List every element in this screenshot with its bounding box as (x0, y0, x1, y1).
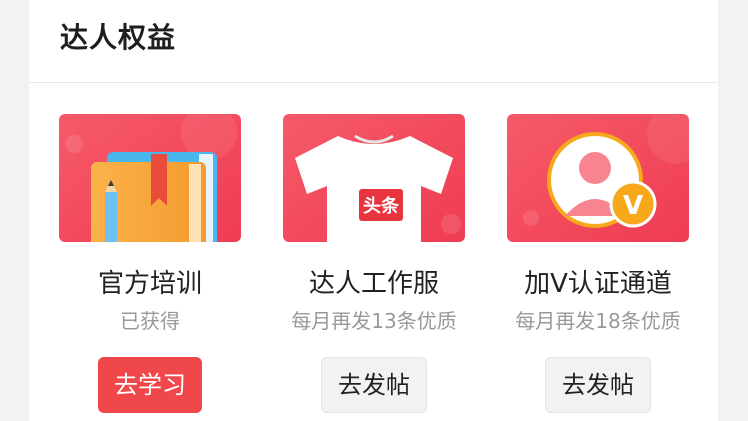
benefit-title: 官方培训 (97, 269, 202, 299)
benefit-thumbnail: V (507, 114, 689, 242)
section-title: 达人权益 (60, 21, 177, 54)
go-study-button[interactable]: 去学习 (98, 357, 202, 413)
go-post-button[interactable]: 去发帖 (321, 357, 427, 413)
benefit-thumbnail: 头条 (283, 114, 465, 242)
v-badge: V (623, 191, 643, 221)
benefit-title: 加V认证通道 (524, 269, 672, 299)
book-icon (59, 114, 241, 242)
section-header: 达人权益 (29, 0, 718, 83)
benefit-thumbnail (59, 114, 241, 242)
benefit-subtitle: 每月再发13条优质 (291, 309, 457, 333)
benefit-v-certification: V 加V认证通道 每月再发18条优质 去发帖 (506, 114, 690, 413)
benefits-card: 达人权益 官方培训 已获得 去学习 头条 达人工作服 每月再发13条优质 去发帖… (29, 0, 718, 421)
benefit-subtitle: 已获得 (120, 309, 180, 333)
benefit-subtitle: 每月再发18条优质 (515, 309, 681, 333)
go-post-button[interactable]: 去发帖 (545, 357, 651, 413)
benefit-official-training: 官方培训 已获得 去学习 (58, 114, 242, 413)
verified-user-icon: V (507, 114, 689, 242)
benefit-work-uniform: 头条 达人工作服 每月再发13条优质 去发帖 (282, 114, 466, 413)
toutiao-logo: 头条 (363, 195, 400, 217)
tshirt-icon: 头条 (283, 114, 465, 242)
benefit-title: 达人工作服 (308, 269, 439, 299)
